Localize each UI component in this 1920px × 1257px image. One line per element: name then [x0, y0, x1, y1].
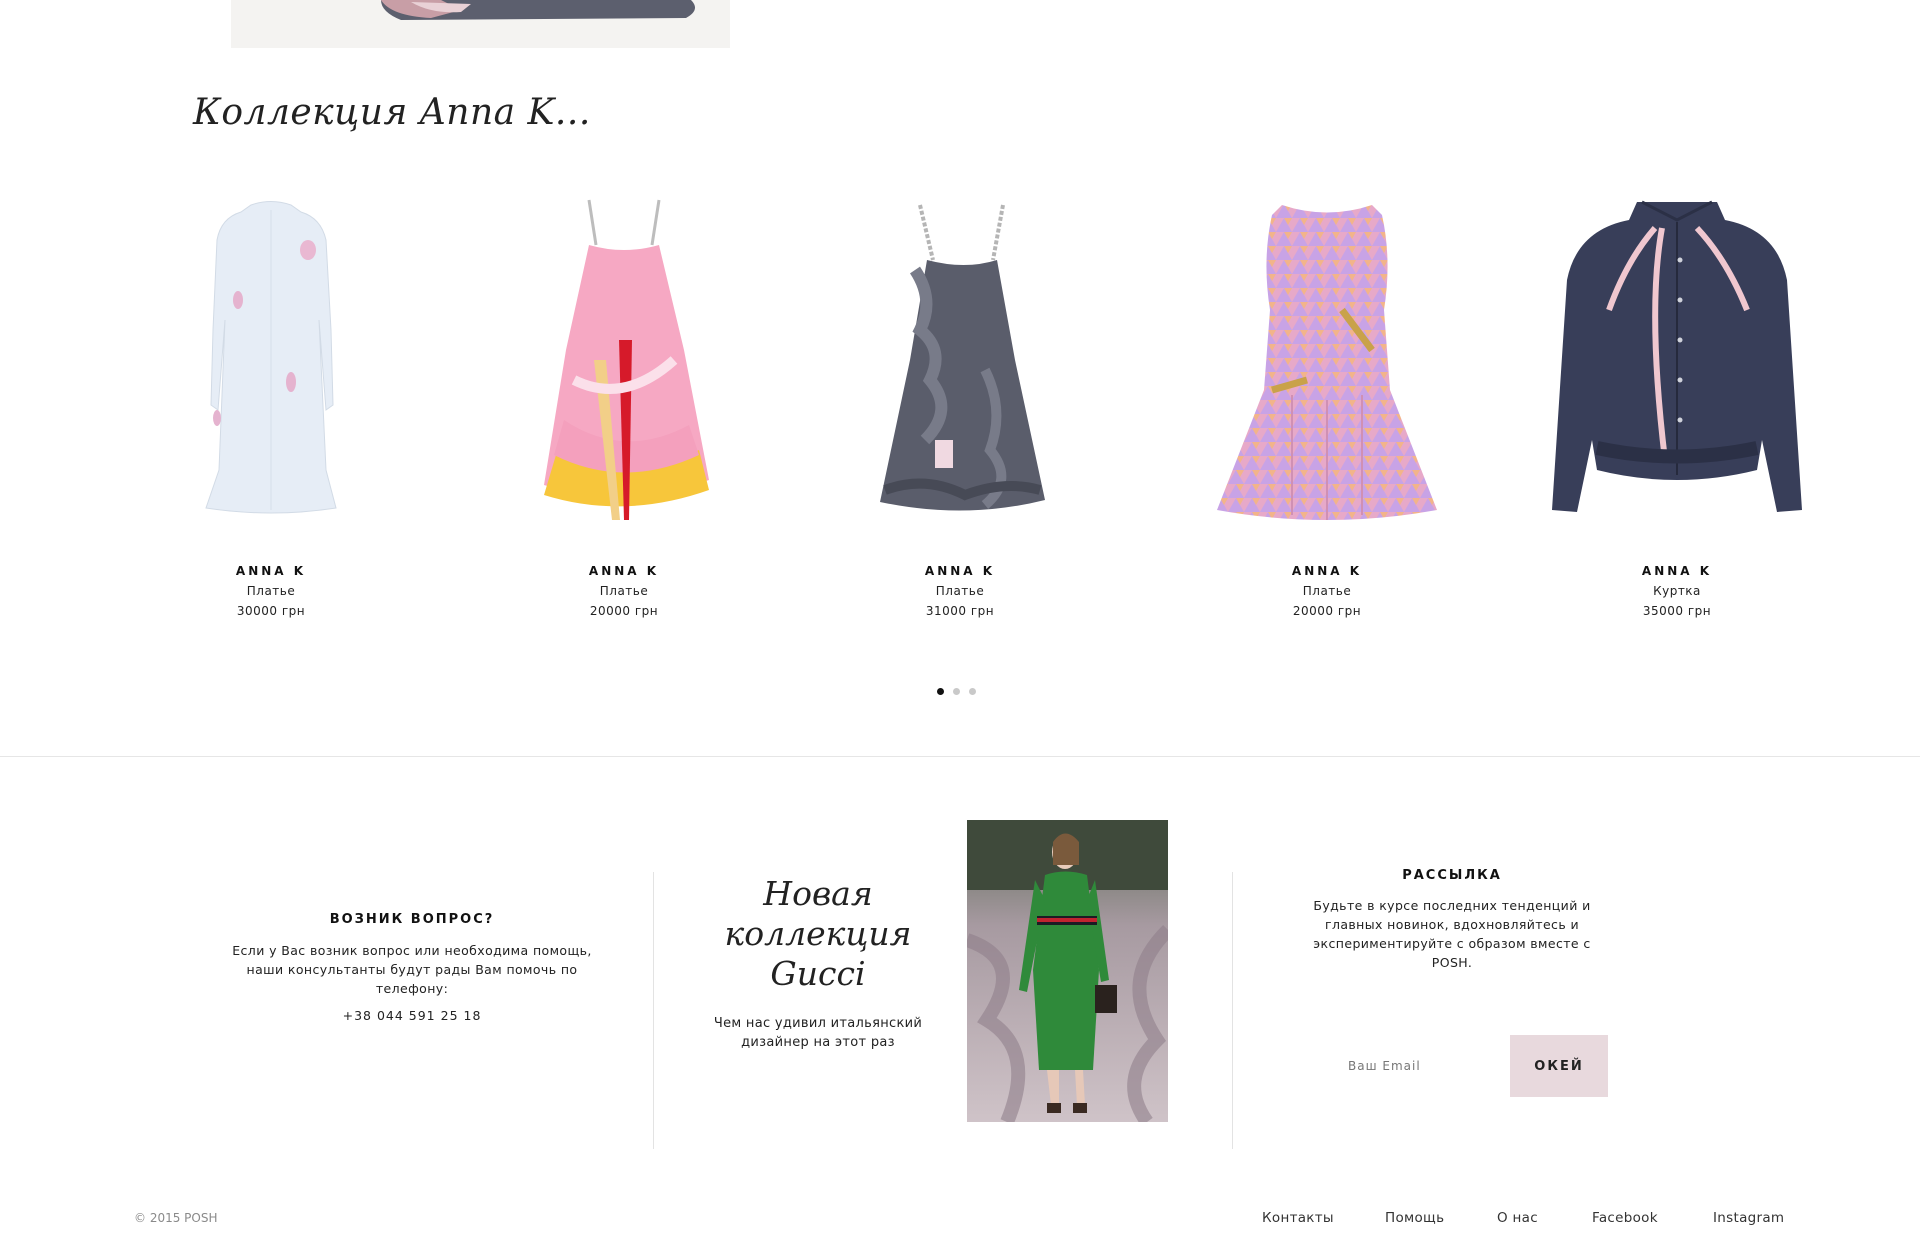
product-price: 31000 грн: [925, 604, 995, 618]
collection-title: Коллекция Anna K...: [193, 92, 591, 133]
product-price: 35000 грн: [1642, 604, 1712, 618]
newsletter-title: РАССЫЛКА: [1402, 868, 1502, 883]
product-brand: ANNA K: [235, 564, 307, 578]
product-type: Платье: [935, 584, 985, 598]
promo-title: Новая коллекция Gucci: [724, 874, 912, 993]
footer-link-help[interactable]: Помощь: [1385, 1210, 1444, 1226]
product-brand: ANNA K: [588, 564, 660, 578]
product-type: Платье: [246, 584, 296, 598]
product-price: 20000 грн: [589, 604, 659, 618]
product-price: 30000 грн: [236, 604, 306, 618]
product-brand: ANNA K: [1291, 564, 1363, 578]
carousel-dot-2[interactable]: [953, 688, 960, 695]
product-image[interactable]: [121, 190, 421, 530]
column-divider-left: [653, 872, 654, 1149]
top-banner-image: [231, 0, 730, 48]
product-card[interactable]: ANNA K Куртка 35000 грн: [1527, 190, 1827, 618]
section-divider: [0, 756, 1920, 757]
help-block: ВОЗНИК ВОПРОС? Если у Вас возник вопрос …: [232, 912, 592, 1023]
help-title: ВОЗНИК ВОПРОС?: [329, 912, 495, 927]
footer-link-about[interactable]: О нас: [1497, 1210, 1538, 1226]
product-card[interactable]: ANNA K Платье 20000 грн: [1177, 190, 1477, 618]
product-image[interactable]: [810, 190, 1110, 530]
product-image[interactable]: [1527, 190, 1827, 530]
product-card[interactable]: ANNA K Платье 30000 грн: [121, 190, 421, 618]
promo-text: Чем нас удивил итальянский дизайнер на э…: [713, 1016, 923, 1050]
gucci-runway-photo[interactable]: [967, 820, 1168, 1122]
help-phone[interactable]: +38 044 591 25 18: [232, 1008, 592, 1023]
carousel-dot-1[interactable]: [937, 688, 944, 695]
product-brand: ANNA K: [1641, 564, 1713, 578]
copyright: © 2015 POSH: [134, 1211, 218, 1225]
carousel-dot-3[interactable]: [969, 688, 976, 695]
product-type: Куртка: [1653, 584, 1701, 598]
footer-link-instagram[interactable]: Instagram: [1713, 1210, 1784, 1226]
product-card[interactable]: ANNA K Платье 31000 грн: [810, 190, 1110, 618]
newsletter-text: Будьте в курсе последних тенденций и гла…: [1313, 898, 1591, 970]
product-card[interactable]: ANNA K Платье 20000 грн: [474, 190, 774, 618]
product-image[interactable]: [474, 190, 774, 530]
footer-link-contacts[interactable]: Контакты: [1262, 1210, 1334, 1226]
newsletter-block: РАССЫЛКА Будьте в курсе последних тенден…: [1302, 868, 1602, 972]
email-input[interactable]: [1348, 1035, 1508, 1097]
help-text: Если у Вас возник вопрос или необходима …: [232, 943, 592, 996]
gucci-promo[interactable]: Новая коллекция Gucci Чем нас удивил ита…: [700, 874, 936, 1052]
carousel-pagination: [937, 688, 976, 695]
subscribe-button[interactable]: ОКЕЙ: [1510, 1035, 1608, 1097]
product-type: Платье: [1302, 584, 1352, 598]
product-price: 20000 грн: [1292, 604, 1362, 618]
footer-link-facebook[interactable]: Facebook: [1592, 1210, 1658, 1226]
product-brand: ANNA K: [924, 564, 996, 578]
product-image[interactable]: [1177, 190, 1477, 530]
column-divider-right: [1232, 872, 1233, 1149]
product-type: Платье: [599, 584, 649, 598]
